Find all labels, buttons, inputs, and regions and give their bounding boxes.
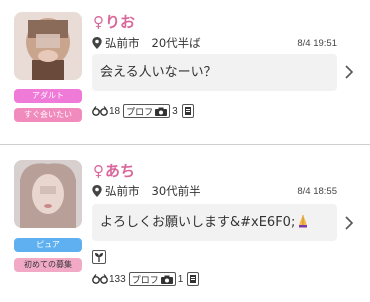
camera-icon	[155, 107, 168, 116]
glasses-icon	[92, 106, 108, 116]
message-preview[interactable]: 会える人いなーい？	[92, 54, 337, 91]
tag-pure: ピュア	[14, 238, 82, 252]
profile-label: プロフ	[131, 274, 159, 285]
view-count: 133	[109, 273, 126, 285]
user-name[interactable]: ♀あち	[93, 160, 135, 181]
map-pin-icon	[92, 185, 102, 197]
camera-icon	[160, 275, 173, 284]
photo-count: 3	[172, 105, 178, 117]
board-icon[interactable]	[181, 104, 194, 118]
age: 30代前半	[151, 184, 201, 198]
female-icon: ♀	[93, 13, 104, 31]
profile-badge[interactable]: プロフ	[128, 272, 176, 286]
tag-want-to-meet-now: すぐ会いたい	[14, 108, 82, 122]
board-icon[interactable]	[187, 272, 200, 286]
post-time: 8/4 18:55	[297, 186, 337, 197]
plant-icon	[92, 250, 106, 264]
stats-row: 18 プロフ 3	[92, 103, 194, 119]
location-row: 弘前市 20代半ば	[92, 35, 201, 51]
photo-count: 1	[177, 273, 184, 285]
profile-label: プロフ	[126, 106, 154, 117]
user-name[interactable]: ♀りお	[93, 11, 135, 32]
post-card[interactable]: アダルト すぐ会いたい ♀りお 弘前市 20代半ば 8/4 19:51 会える人…	[0, 0, 370, 145]
location: 弘前市	[105, 184, 140, 198]
location-row: 弘前市 30代前半	[92, 183, 201, 199]
avatar[interactable]	[14, 12, 82, 80]
tag-adult: アダルト	[14, 89, 82, 103]
profile-badge[interactable]: プロフ	[123, 104, 171, 118]
age: 20代半ば	[151, 36, 201, 50]
tag-first-recruit: 初めての募集	[14, 258, 82, 272]
post-time: 8/4 19:51	[297, 38, 337, 49]
chevron-right-icon[interactable]	[344, 216, 354, 230]
location: 弘前市	[105, 36, 140, 50]
view-count: 18	[109, 105, 121, 117]
chevron-right-icon[interactable]	[344, 65, 354, 79]
avatar[interactable]	[14, 160, 82, 228]
praying-hands-emoji	[299, 215, 308, 228]
map-pin-icon	[92, 37, 102, 49]
glasses-icon	[92, 274, 108, 284]
female-icon: ♀	[93, 162, 104, 180]
message-preview[interactable]: よろしくお願いします&#xE6F0;	[92, 204, 337, 241]
stats-row: 133 プロフ 1	[92, 271, 200, 287]
post-card[interactable]: ピュア 初めての募集 ♀あち 弘前市 30代前半 8/4 18:55 よろしくお…	[0, 146, 370, 302]
